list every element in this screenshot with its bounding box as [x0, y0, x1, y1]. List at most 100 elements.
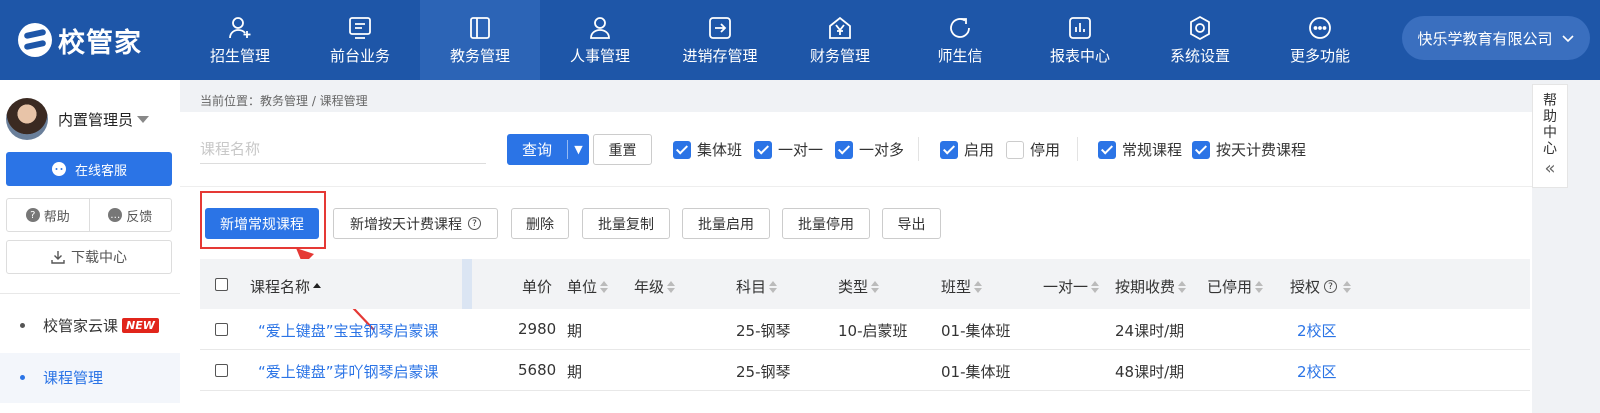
logo-icon [18, 23, 52, 57]
checkbox-group-class-type: 集体班 一对一 一对多 [673, 139, 904, 160]
breadcrumb: 当前位置：教务管理 / 课程管理 [200, 94, 368, 108]
help-button[interactable]: ? 帮助 [7, 199, 90, 231]
filter-separator [1077, 137, 1078, 161]
reset-button[interactable]: 重置 [593, 134, 652, 165]
batch-copy-button[interactable]: 批量复制 [582, 208, 670, 239]
th-authorization[interactable]: 授权? [1290, 276, 1352, 297]
user-menu[interactable]: 内置管理员 [6, 98, 150, 140]
th-one-on-one[interactable]: 一对一 [1043, 276, 1100, 297]
th-type[interactable]: 类型 [838, 276, 880, 297]
filter-separator [918, 137, 919, 161]
th-subject[interactable]: 科目 [736, 276, 778, 297]
delete-button[interactable]: 删除 [511, 208, 569, 239]
cell-price: 2980 [518, 320, 557, 338]
checkbox-group-class[interactable] [673, 140, 691, 159]
auth-campus-link[interactable]: 2校区 [1297, 320, 1337, 341]
query-button[interactable]: 查询 ▼ [507, 134, 589, 165]
th-billing[interactable]: 按期收费 [1115, 276, 1187, 297]
nav-item-messages[interactable]: 师生信 [900, 0, 1020, 80]
sort-icon[interactable] [769, 280, 778, 293]
nav-item-settings[interactable]: 系统设置 [1140, 0, 1260, 80]
th-disabled[interactable]: 已停用 [1207, 276, 1264, 297]
sidebar-divider [0, 293, 180, 294]
sidebar-item-cloud-class[interactable]: 校管家云课 NEW [20, 315, 159, 336]
question-circle-icon[interactable]: ? [1324, 280, 1338, 293]
nav-item-reports[interactable]: 报表中心 [1020, 0, 1140, 80]
checkbox-regular-course[interactable] [1098, 140, 1116, 159]
download-icon [51, 251, 65, 264]
company-name: 快乐学教育有限公司 [1417, 29, 1553, 48]
row-checkbox[interactable] [215, 364, 228, 377]
sort-icon[interactable] [974, 280, 983, 293]
th-price: 单价 [522, 278, 553, 296]
chevron-down-icon [1561, 35, 1574, 43]
sort-icon[interactable] [1091, 280, 1100, 293]
course-name-link[interactable]: “爱上键盘”宝宝钢琴启蒙课 [258, 320, 439, 341]
cell-type: 10-启蒙班 [838, 322, 908, 340]
nav-item-academic[interactable]: 教务管理 [420, 0, 540, 80]
ellipsis-icon: … [108, 208, 123, 222]
sort-icon[interactable] [667, 280, 676, 293]
row-checkbox[interactable] [215, 323, 228, 336]
sort-icon[interactable] [1255, 280, 1264, 293]
cell-price: 5680 [518, 361, 557, 379]
chart-icon [1069, 16, 1091, 39]
nav-item-inventory[interactable]: 进销存管理 [660, 0, 780, 80]
batch-disable-button[interactable]: 批量停用 [782, 208, 870, 239]
course-name-search-input[interactable] [200, 134, 486, 164]
checkbox-one-to-many[interactable] [835, 140, 854, 159]
th-unit[interactable]: 单位 [567, 276, 609, 297]
sort-icon[interactable] [1178, 280, 1187, 293]
checkbox-enabled[interactable] [940, 140, 958, 159]
checkbox-daily-billing-course[interactable] [1192, 140, 1211, 159]
bullet-icon [20, 375, 25, 380]
double-chevron-down-icon[interactable]: ▼ [568, 143, 589, 156]
main-nav: 招生管理 前台业务 教务管理 人事管理 进销存管理 财务管理 师生信 报表中心 [180, 0, 1380, 80]
online-service-button[interactable]: 在线客服 [6, 152, 172, 186]
avatar [6, 98, 48, 140]
help-center-tab[interactable]: 帮 助 中 心 « [1532, 84, 1568, 188]
yen-icon [829, 16, 851, 39]
nav-item-enrollment[interactable]: 招生管理 [180, 0, 300, 80]
monitor-icon [349, 16, 371, 39]
more-icon [1309, 16, 1331, 39]
cell-unit: 期 [567, 363, 583, 381]
cell-subject: 25-钢琴 [736, 363, 791, 381]
question-circle-icon[interactable]: ? [468, 217, 481, 230]
feedback-button[interactable]: … 反馈 [90, 199, 172, 231]
sort-icon[interactable] [313, 283, 322, 290]
sort-icon[interactable] [871, 280, 880, 293]
checkbox-one-on-one[interactable] [754, 140, 773, 159]
right-gutter [1568, 80, 1600, 413]
person-icon [590, 16, 610, 39]
sidebar-item-course-management[interactable]: 课程管理 [20, 367, 103, 388]
nav-item-finance[interactable]: 财务管理 [780, 0, 900, 80]
question-icon: ? [25, 208, 40, 222]
export-button[interactable]: 导出 [882, 208, 941, 239]
company-selector[interactable]: 快乐学教育有限公司 [1402, 16, 1590, 60]
download-center-button[interactable]: 下载中心 [6, 240, 172, 274]
checkbox-group-status: 启用 停用 [940, 139, 1060, 160]
th-class-type[interactable]: 班型 [941, 276, 983, 297]
nav-item-front-desk[interactable]: 前台业务 [300, 0, 420, 80]
checkbox-disabled[interactable] [1006, 140, 1025, 159]
cell-billing: 48课时/期 [1115, 363, 1185, 381]
annotation-highlight-box [200, 191, 326, 249]
column-resize-handle[interactable] [462, 259, 472, 309]
sort-icon[interactable] [1343, 280, 1352, 293]
cell-class-type: 01-集体班 [941, 322, 1011, 340]
th-course-name[interactable]: 课程名称 [250, 276, 322, 297]
course-name-link[interactable]: “爱上键盘”芽吖钢琴启蒙课 [258, 361, 439, 382]
select-all-checkbox[interactable] [215, 278, 228, 291]
th-grade[interactable]: 年级 [634, 276, 676, 297]
nav-item-hr[interactable]: 人事管理 [540, 0, 660, 80]
sort-icon[interactable] [600, 280, 609, 293]
app-logo[interactable]: 校管家 [18, 18, 142, 62]
sidebar: 内置管理员 在线客服 ? 帮助 … 反馈 下载中心 校管家云课 NEW 课程管理 [0, 80, 180, 413]
add-daily-billing-course-button[interactable]: 新增按天计费课程 ? [333, 208, 498, 239]
batch-enable-button[interactable]: 批量启用 [682, 208, 770, 239]
auth-campus-link[interactable]: 2校区 [1297, 361, 1337, 382]
user-plus-icon [229, 16, 251, 38]
nav-item-more[interactable]: 更多功能 [1260, 0, 1380, 80]
double-chevron-left-icon[interactable]: « [1544, 160, 1555, 178]
